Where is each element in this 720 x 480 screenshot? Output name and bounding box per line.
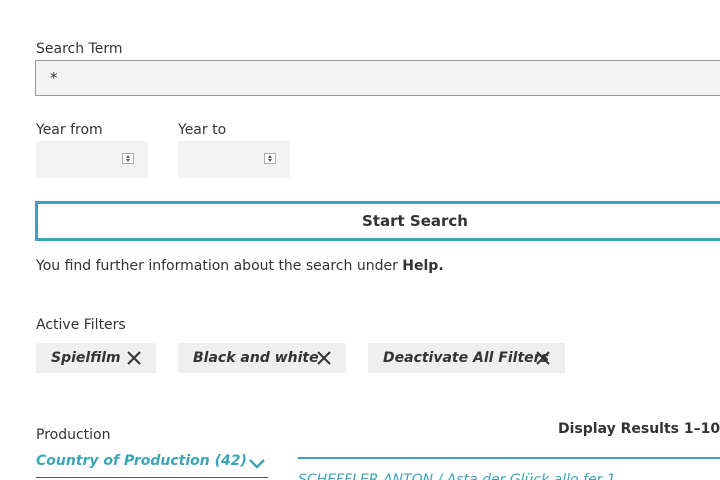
search-input[interactable] xyxy=(35,60,720,96)
search-term-label: Search Term xyxy=(36,41,123,57)
year-to-label: Year to xyxy=(178,122,227,138)
close-icon[interactable] xyxy=(316,350,332,366)
country-of-production-facet[interactable]: Country of Production (42) xyxy=(36,453,247,469)
facet-divider xyxy=(36,477,268,478)
year-from-label: Year from xyxy=(36,122,103,138)
results-divider xyxy=(298,457,720,459)
filter-chip-label: Deactivate All Filters xyxy=(383,350,549,366)
start-search-button[interactable]: Start Search xyxy=(35,201,720,241)
year-from-input[interactable] xyxy=(36,141,148,178)
close-icon[interactable] xyxy=(126,350,142,366)
year-to-spinner-icon[interactable] xyxy=(264,153,276,164)
filter-chip-black-and-white[interactable]: Black and white xyxy=(178,343,346,373)
result-title-link[interactable]: SCHEFFLER ANTON / Asta der Glück allo fe… xyxy=(298,472,720,480)
results-count-header: Display Results 1–10 t xyxy=(558,421,720,437)
help-info-text: You find further information about the s… xyxy=(36,258,444,274)
help-link[interactable]: Help. xyxy=(402,258,443,274)
deactivate-all-filters-chip[interactable]: Deactivate All Filters xyxy=(368,343,565,373)
help-info-sentence: You find further information about the s… xyxy=(36,258,403,274)
filter-chip-label: Black and white xyxy=(193,350,319,366)
production-facet-label: Production xyxy=(36,427,111,443)
filter-chip-spielfilm[interactable]: Spielfilm xyxy=(36,343,156,373)
active-filters-label: Active Filters xyxy=(36,317,126,333)
year-from-spinner-icon[interactable] xyxy=(122,153,134,164)
year-to-input[interactable] xyxy=(178,141,290,178)
close-icon[interactable] xyxy=(535,350,551,366)
chevron-down-icon[interactable] xyxy=(248,458,266,470)
filter-chip-label: Spielfilm xyxy=(51,350,121,366)
